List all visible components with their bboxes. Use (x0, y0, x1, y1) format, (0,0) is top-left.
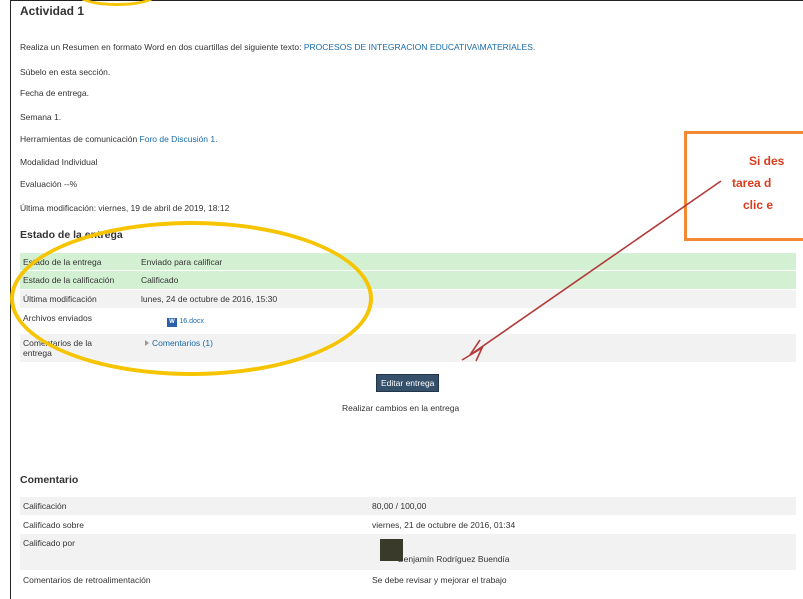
callout-arrow (461, 180, 722, 362)
arrow-head (461, 345, 484, 362)
arrow-line (469, 180, 722, 356)
